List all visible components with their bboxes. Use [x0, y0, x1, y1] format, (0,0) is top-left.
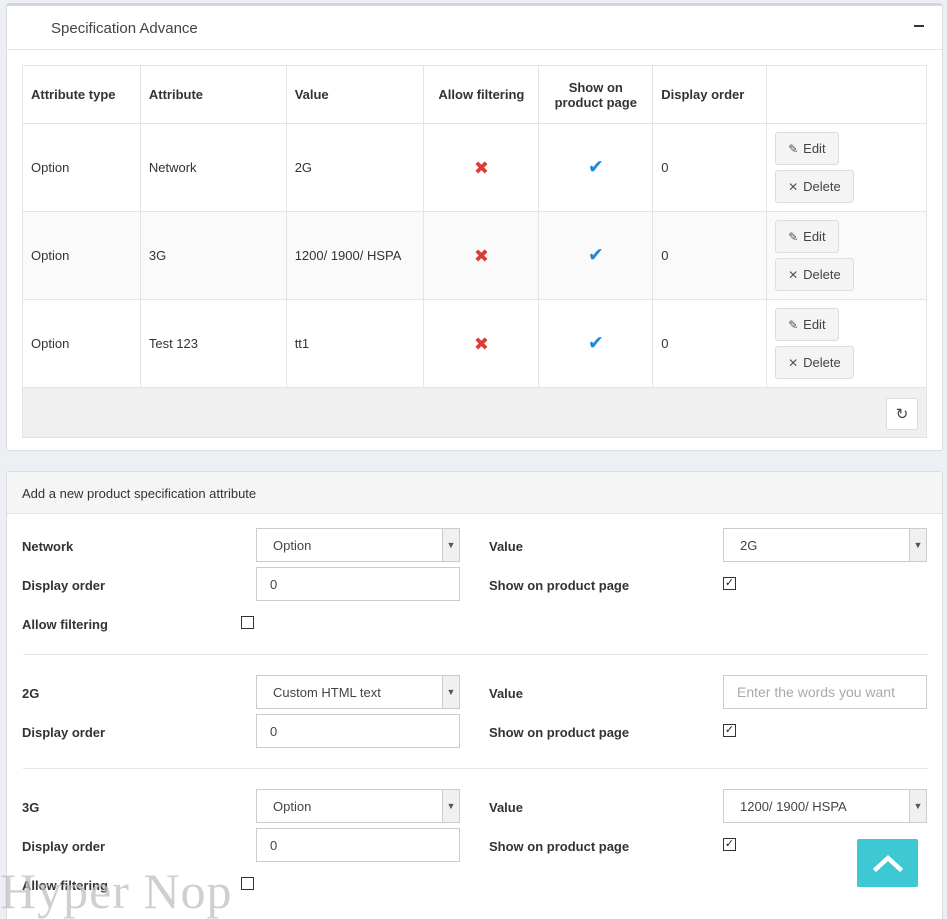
attribute-name-label: Network: [22, 539, 74, 554]
close-icon: ✕: [788, 267, 799, 282]
cell-show-on-page: ✔: [538, 211, 654, 300]
edit-button[interactable]: ✎ Edit: [775, 132, 839, 165]
attribute-name-label: 3G: [22, 800, 40, 815]
pencil-icon: ✎: [788, 317, 799, 332]
refresh-button[interactable]: ↻: [886, 398, 918, 430]
cross-icon: ✖: [473, 245, 489, 266]
delete-button[interactable]: ✕ Delete: [775, 258, 854, 291]
show-on-product-page-checkbox[interactable]: ✓: [723, 838, 736, 851]
panel-header: Specification Advance: [7, 6, 942, 50]
cell-actions: ✎ Edit ✕ Delete: [766, 123, 927, 212]
table-footer: ↻: [22, 388, 927, 438]
cell-allow-filtering: ✖: [423, 123, 540, 212]
specification-table: Attribute type Attribute Value Allow fil…: [22, 65, 927, 388]
show-on-product-page-label: Show on product page: [489, 725, 630, 740]
specification-panel: Specification Advance Attribute type Att…: [6, 3, 943, 451]
checkmark-icon: ✔: [587, 245, 604, 266]
table-row: Option Network 2G ✖ ✔ 0 ✎ Edit ✕ Delete: [22, 123, 927, 212]
value-label: Value: [489, 686, 523, 701]
cell-attribute-type: Option: [22, 123, 141, 212]
cell-value: tt1: [285, 299, 425, 388]
refresh-icon: ↻: [895, 406, 909, 423]
display-order-input[interactable]: 0: [256, 567, 460, 601]
attribute-name-label: 2G: [22, 686, 40, 701]
column-header: Attribute: [139, 65, 287, 124]
checkmark-icon: ✔: [587, 157, 604, 178]
display-order-label: Display order: [22, 725, 106, 740]
column-header-actions: [766, 65, 927, 124]
column-header: Attribute type: [22, 65, 141, 124]
chevron-down-icon: ▼: [909, 790, 926, 822]
cell-actions: ✎ Edit ✕ Delete: [766, 299, 927, 388]
cell-show-on-page: ✔: [538, 123, 654, 212]
delete-button[interactable]: ✕ Delete: [775, 346, 854, 379]
pencil-icon: ✎: [788, 141, 799, 156]
show-on-product-page-label: Show on product page: [489, 578, 630, 593]
show-on-product-page-label: Show on product page: [489, 839, 630, 854]
cell-attribute-type: Option: [22, 211, 141, 300]
cell-display-order: 0: [652, 123, 768, 212]
show-on-product-page-checkbox[interactable]: ✓: [723, 577, 736, 590]
cell-attribute: Network: [139, 123, 287, 212]
cell-attribute: Test 123: [139, 299, 287, 388]
value-input[interactable]: Enter the words you want: [723, 675, 927, 709]
cell-display-order: 0: [652, 211, 768, 300]
cell-value: 1200/ 1900/ HSPA: [285, 211, 425, 300]
display-order-input[interactable]: 0: [256, 714, 460, 748]
add-panel-title: Add a new product specification attribut…: [7, 472, 942, 514]
cell-allow-filtering: ✖: [423, 299, 540, 388]
pencil-icon: ✎: [788, 229, 799, 244]
scroll-to-top-button[interactable]: [857, 839, 918, 887]
allow-filtering-checkbox[interactable]: [241, 616, 254, 629]
table-row: Option 3G 1200/ 1900/ HSPA ✖ ✔ 0 ✎ Edit ✕…: [22, 211, 927, 300]
display-order-label: Display order: [22, 839, 106, 854]
column-header: Allow filtering: [423, 65, 540, 124]
display-order-label: Display order: [22, 578, 106, 593]
checkmark-icon: ✔: [587, 333, 604, 354]
chevron-down-icon: ▼: [442, 529, 459, 561]
delete-button[interactable]: ✕ Delete: [775, 170, 854, 203]
panel-title: Specification Advance: [51, 20, 198, 37]
attribute-type-select[interactable]: Option ▼: [256, 789, 460, 823]
close-icon: ✕: [788, 179, 799, 194]
cell-actions: ✎ Edit ✕ Delete: [766, 211, 927, 300]
edit-button[interactable]: ✎ Edit: [775, 220, 839, 253]
chevron-up-icon: [872, 854, 903, 872]
cross-icon: ✖: [473, 333, 489, 354]
cell-value: 2G: [285, 123, 425, 212]
cell-attribute-type: Option: [22, 299, 141, 388]
column-header: Value: [285, 65, 425, 124]
column-header: Show on product page: [538, 65, 654, 124]
divider: [23, 768, 928, 769]
chevron-down-icon: ▼: [909, 529, 926, 561]
divider: [23, 654, 928, 655]
cell-display-order: 0: [652, 299, 768, 388]
collapse-icon[interactable]: [914, 25, 924, 27]
close-icon: ✕: [788, 355, 799, 370]
allow-filtering-checkbox[interactable]: [241, 877, 254, 890]
chevron-down-icon: ▼: [442, 676, 459, 708]
value-select[interactable]: 2G ▼: [723, 528, 927, 562]
value-select[interactable]: 1200/ 1900/ HSPA ▼: [723, 789, 927, 823]
edit-button[interactable]: ✎ Edit: [775, 308, 839, 341]
cell-show-on-page: ✔: [538, 299, 654, 388]
value-label: Value: [489, 800, 523, 815]
cell-allow-filtering: ✖: [423, 211, 540, 300]
cell-attribute: 3G: [139, 211, 287, 300]
chevron-down-icon: ▼: [442, 790, 459, 822]
allow-filtering-label: Allow filtering: [22, 617, 108, 632]
display-order-input[interactable]: 0: [256, 828, 460, 862]
attribute-type-select[interactable]: Custom HTML text ▼: [256, 675, 460, 709]
cross-icon: ✖: [473, 157, 489, 178]
add-attribute-panel: Add a new product specification attribut…: [6, 471, 943, 919]
value-label: Value: [489, 539, 523, 554]
attribute-type-select[interactable]: Option ▼: [256, 528, 460, 562]
watermark: Hyper Nop: [0, 863, 233, 919]
column-header: Display order: [652, 65, 768, 124]
show-on-product-page-checkbox[interactable]: ✓: [723, 724, 736, 737]
table-row: Option Test 123 tt1 ✖ ✔ 0 ✎ Edit ✕ Delete: [22, 299, 927, 388]
